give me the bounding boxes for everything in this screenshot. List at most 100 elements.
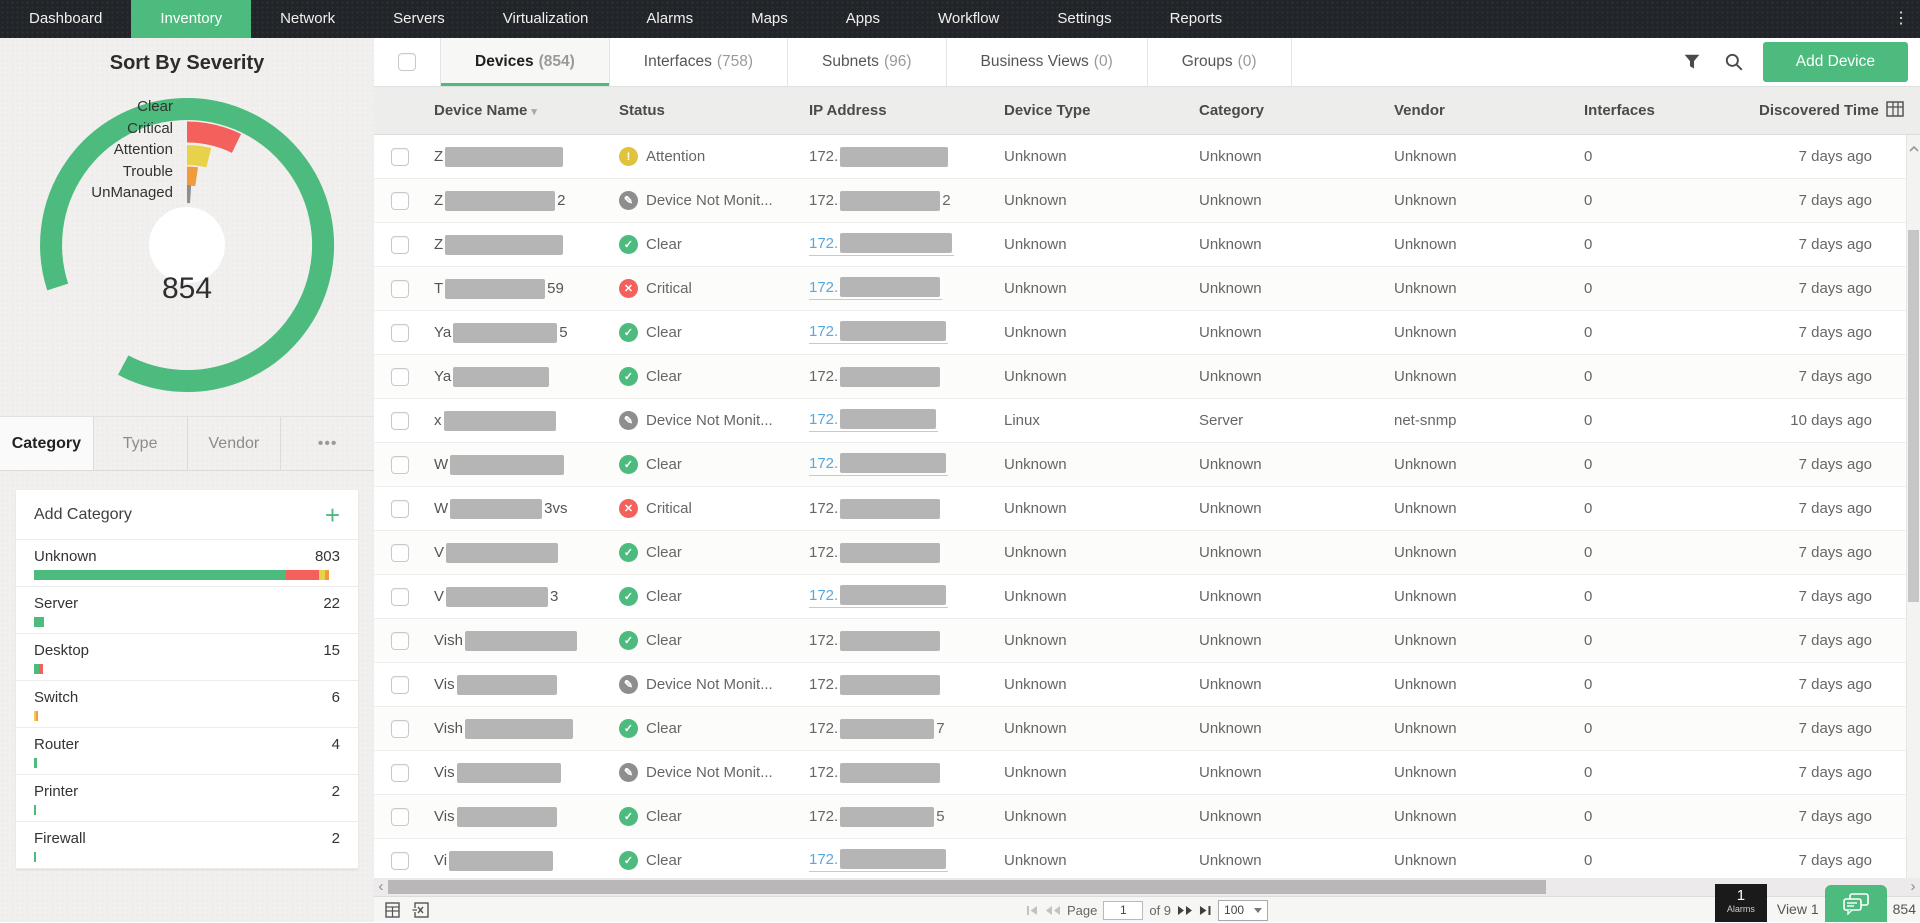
- nav-item-alarms[interactable]: Alarms: [617, 0, 722, 38]
- ip-address-link[interactable]: 172.: [809, 585, 948, 608]
- add-category-button[interactable]: Add Category +: [16, 490, 358, 540]
- vertical-scroll-thumb[interactable]: [1908, 230, 1919, 602]
- prev-page-button[interactable]: [1045, 905, 1061, 916]
- category-cell: Unknown: [1199, 236, 1394, 253]
- ip-address-link[interactable]: 172.: [809, 277, 942, 300]
- nav-item-network[interactable]: Network: [251, 0, 364, 38]
- category-row-firewall[interactable]: Firewall2: [16, 822, 358, 869]
- category-row-router[interactable]: Router4: [16, 728, 358, 775]
- row-checkbox[interactable]: [391, 280, 409, 298]
- row-checkbox[interactable]: [391, 192, 409, 210]
- column-header-interfaces[interactable]: Interfaces: [1584, 102, 1759, 119]
- kebab-menu-icon[interactable]: ⋮: [1890, 0, 1912, 38]
- ip-address-link[interactable]: 172.: [809, 233, 954, 256]
- table-row[interactable]: Ya5✓Clear172.UnknownUnknownUnknown07 day…: [374, 311, 1920, 355]
- table-row[interactable]: W3vs✕Critical172.UnknownUnknownUnknown07…: [374, 487, 1920, 531]
- search-icon[interactable]: [1721, 49, 1747, 75]
- column-header-device-name[interactable]: Device Name▾: [434, 102, 619, 119]
- row-checkbox[interactable]: [391, 412, 409, 430]
- row-checkbox[interactable]: [391, 544, 409, 562]
- nav-item-servers[interactable]: Servers: [364, 0, 474, 38]
- row-checkbox[interactable]: [391, 764, 409, 782]
- interfaces-cell: 0: [1584, 852, 1759, 869]
- horizontal-scroll-thumb[interactable]: [388, 880, 1546, 894]
- table-row[interactable]: Z!Attention172.UnknownUnknownUnknown07 d…: [374, 135, 1920, 179]
- table-row[interactable]: Vish✓Clear172.7UnknownUnknownUnknown07 d…: [374, 707, 1920, 751]
- ip-address-link[interactable]: 172.: [809, 409, 938, 432]
- table-row[interactable]: Vis✎Device Not Monit...172.UnknownUnknow…: [374, 751, 1920, 795]
- tab-interfaces[interactable]: Interfaces(758): [609, 38, 787, 86]
- row-checkbox[interactable]: [391, 852, 409, 870]
- table-row[interactable]: x✎Device Not Monit...172.LinuxServernet-…: [374, 399, 1920, 443]
- table-row[interactable]: Z✓Clear172.UnknownUnknownUnknown07 days …: [374, 223, 1920, 267]
- scroll-left-icon[interactable]: ‹: [375, 878, 387, 896]
- select-all-checkbox[interactable]: [398, 53, 416, 71]
- table-row[interactable]: V✓Clear172.UnknownUnknownUnknown07 days …: [374, 531, 1920, 575]
- first-page-button[interactable]: [1026, 905, 1039, 916]
- page-size-select[interactable]: 100: [1218, 900, 1268, 921]
- table-row[interactable]: Vis✓Clear172.5UnknownUnknownUnknown07 da…: [374, 795, 1920, 839]
- nav-item-workflow[interactable]: Workflow: [909, 0, 1028, 38]
- column-header-status[interactable]: Status: [619, 102, 809, 119]
- ip-address-link[interactable]: 172.: [809, 849, 948, 872]
- next-page-button[interactable]: [1177, 905, 1193, 916]
- sidebar-tab-type[interactable]: Type: [94, 417, 188, 470]
- chat-widget-button[interactable]: [1825, 885, 1887, 922]
- table-row[interactable]: Ya✓Clear172.UnknownUnknownUnknown07 days…: [374, 355, 1920, 399]
- column-header-ip-address[interactable]: IP Address: [809, 102, 1004, 119]
- sidebar-tab-more[interactable]: •••: [281, 417, 374, 470]
- row-checkbox[interactable]: [391, 500, 409, 518]
- table-row[interactable]: T59✕Critical172.UnknownUnknownUnknown07 …: [374, 267, 1920, 311]
- tab-devices[interactable]: Devices(854): [440, 38, 609, 86]
- category-row-printer[interactable]: Printer2: [16, 775, 358, 822]
- sidebar-tab-vendor[interactable]: Vendor: [188, 417, 282, 470]
- column-header-category[interactable]: Category: [1199, 102, 1394, 119]
- tab-subnets[interactable]: Subnets(96): [787, 38, 945, 86]
- table-row[interactable]: Vis✎Device Not Monit...172.UnknownUnknow…: [374, 663, 1920, 707]
- nav-item-dashboard[interactable]: Dashboard: [0, 0, 131, 38]
- row-checkbox[interactable]: [391, 148, 409, 166]
- filter-icon[interactable]: [1679, 49, 1705, 75]
- export-excel-icon[interactable]: [410, 900, 430, 920]
- category-row-switch[interactable]: Switch6: [16, 681, 358, 728]
- column-header-vendor[interactable]: Vendor: [1394, 102, 1584, 119]
- nav-item-inventory[interactable]: Inventory: [131, 0, 251, 38]
- alarms-badge[interactable]: 1 Alarms: [1715, 884, 1767, 922]
- table-row[interactable]: Vish✓Clear172.UnknownUnknownUnknown07 da…: [374, 619, 1920, 663]
- nav-item-apps[interactable]: Apps: [817, 0, 909, 38]
- nav-item-maps[interactable]: Maps: [722, 0, 817, 38]
- row-checkbox[interactable]: [391, 808, 409, 826]
- vertical-scrollbar[interactable]: [1906, 135, 1920, 878]
- row-checkbox[interactable]: [391, 456, 409, 474]
- table-row[interactable]: W✓Clear172.UnknownUnknownUnknown07 days …: [374, 443, 1920, 487]
- scroll-up-icon[interactable]: [1907, 139, 1920, 157]
- nav-item-reports[interactable]: Reports: [1141, 0, 1252, 38]
- category-row-server[interactable]: Server22: [16, 587, 358, 634]
- row-checkbox[interactable]: [391, 324, 409, 342]
- last-page-button[interactable]: [1199, 905, 1212, 916]
- add-device-button[interactable]: Add Device: [1763, 42, 1908, 82]
- tab-groups[interactable]: Groups(0): [1147, 38, 1292, 86]
- ip-address-link[interactable]: 172.: [809, 321, 948, 344]
- row-checkbox[interactable]: [391, 588, 409, 606]
- row-checkbox[interactable]: [391, 368, 409, 386]
- row-checkbox[interactable]: [391, 236, 409, 254]
- sidebar-tab-category[interactable]: Category: [0, 417, 94, 470]
- page-number-input[interactable]: [1103, 901, 1143, 920]
- horizontal-scrollbar[interactable]: ‹ ›: [374, 878, 1920, 896]
- table-row[interactable]: Z2✎Device Not Monit...172.2UnknownUnknow…: [374, 179, 1920, 223]
- nav-item-settings[interactable]: Settings: [1028, 0, 1140, 38]
- category-row-desktop[interactable]: Desktop15: [16, 634, 358, 681]
- column-chooser-icon[interactable]: [1886, 101, 1904, 121]
- table-row[interactable]: V3✓Clear172.UnknownUnknownUnknown07 days…: [374, 575, 1920, 619]
- table-row[interactable]: Vi✓Clear172.UnknownUnknownUnknown07 days…: [374, 839, 1920, 878]
- row-checkbox[interactable]: [391, 720, 409, 738]
- category-row-unknown[interactable]: Unknown803: [16, 540, 358, 587]
- nav-item-virtualization[interactable]: Virtualization: [474, 0, 618, 38]
- ip-address-link[interactable]: 172.: [809, 453, 948, 476]
- row-checkbox[interactable]: [391, 632, 409, 650]
- summary-grid-icon[interactable]: [382, 900, 402, 920]
- row-checkbox[interactable]: [391, 676, 409, 694]
- column-header-device-type[interactable]: Device Type: [1004, 102, 1199, 119]
- tab-business-views[interactable]: Business Views(0): [946, 38, 1147, 86]
